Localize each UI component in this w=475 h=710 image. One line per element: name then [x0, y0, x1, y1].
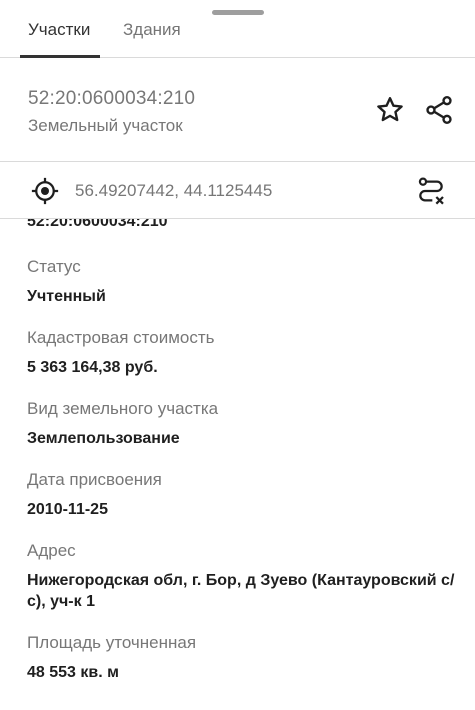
cadastral-number-value: 52:20:0600034:210 — [27, 219, 168, 230]
parcel-header: 52:20:0600034:210 Земельный участок — [0, 58, 475, 162]
parcel-type: Земельный участок — [28, 116, 183, 135]
area-label: Площадь уточненная — [27, 633, 197, 652]
land-type-label: Вид земельного участка — [27, 399, 219, 418]
star-icon[interactable] — [374, 94, 406, 126]
cadastral-value-label: Кадастровая стоимость — [27, 328, 215, 347]
coordinates-text[interactable]: 56.49207442, 44.1125445 — [75, 181, 272, 201]
parcel-details[interactable]: 52:20:0600034:210 Статус Учтенный Кадаст… — [0, 219, 475, 710]
assignment-date-value: 2010-11-25 — [27, 501, 108, 518]
status-value: Учтенный — [27, 288, 106, 305]
share-icon[interactable] — [423, 94, 455, 126]
cadastral-value-value: 5 363 164,38 руб. — [27, 359, 158, 376]
land-type-value: Землепользование — [27, 430, 180, 447]
address-label: Адрес — [27, 541, 76, 560]
cadastral-number: 52:20:0600034:210 — [28, 88, 196, 109]
gps-target-icon[interactable] — [30, 176, 60, 206]
route-clear-icon[interactable] — [415, 175, 447, 207]
area-value: 48 553 кв. м — [27, 664, 119, 681]
address-value: Нижегородская обл, г. Бор, д Зуево (Кант… — [27, 572, 455, 610]
coordinates-bar: 56.49207442, 44.1125445 — [0, 162, 475, 219]
status-label: Статус — [27, 257, 81, 276]
tab-buildings[interactable]: Здания — [123, 20, 181, 40]
tab-bar: Участки Здания — [0, 0, 475, 58]
assignment-date-label: Дата присвоения — [27, 470, 162, 489]
tab-parcels[interactable]: Участки — [28, 20, 90, 40]
